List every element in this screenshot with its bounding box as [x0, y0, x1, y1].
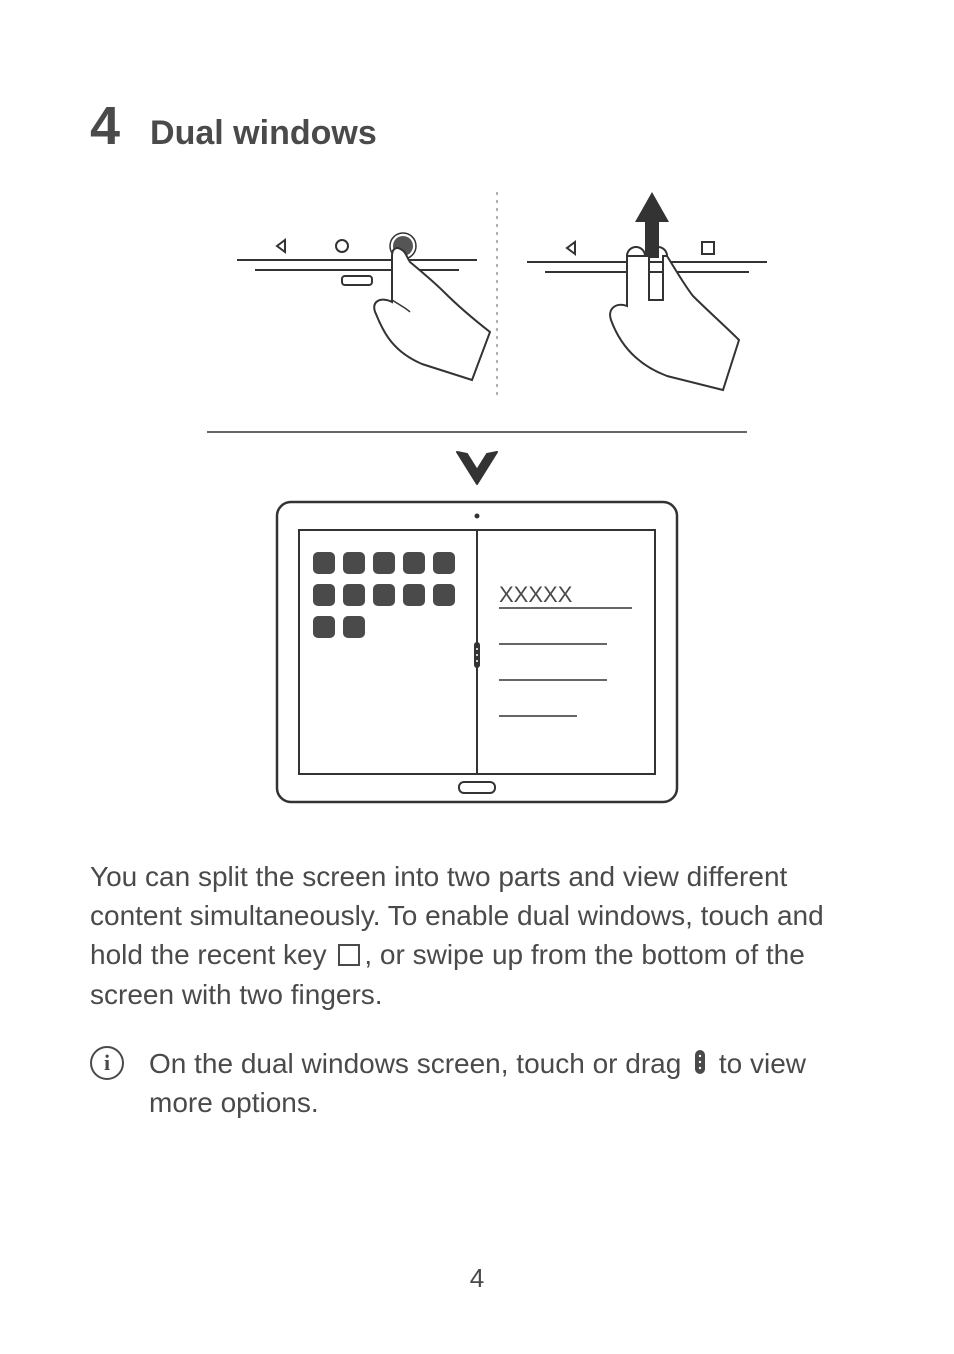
recent-key-icon	[338, 944, 360, 966]
note-text-part1: On the dual windows screen, touch or dra…	[149, 1048, 689, 1079]
section-title: Dual windows	[150, 114, 377, 153]
section-heading: 4 Dual windows	[90, 95, 864, 157]
page-container: 4 Dual windows	[0, 0, 954, 1354]
note-row: i On the dual windows screen, touch or d…	[90, 1044, 864, 1122]
page-number: 4	[90, 1213, 864, 1294]
body-paragraph: You can split the screen into two parts …	[90, 857, 864, 1014]
section-number: 4	[90, 95, 120, 157]
gesture-illustration: XXXXX	[177, 192, 777, 817]
info-icon: i	[90, 1046, 124, 1080]
note-text: On the dual windows screen, touch or dra…	[149, 1044, 864, 1122]
svg-text:XXXXX: XXXXX	[499, 582, 573, 607]
drag-handle-icon	[693, 1049, 707, 1075]
